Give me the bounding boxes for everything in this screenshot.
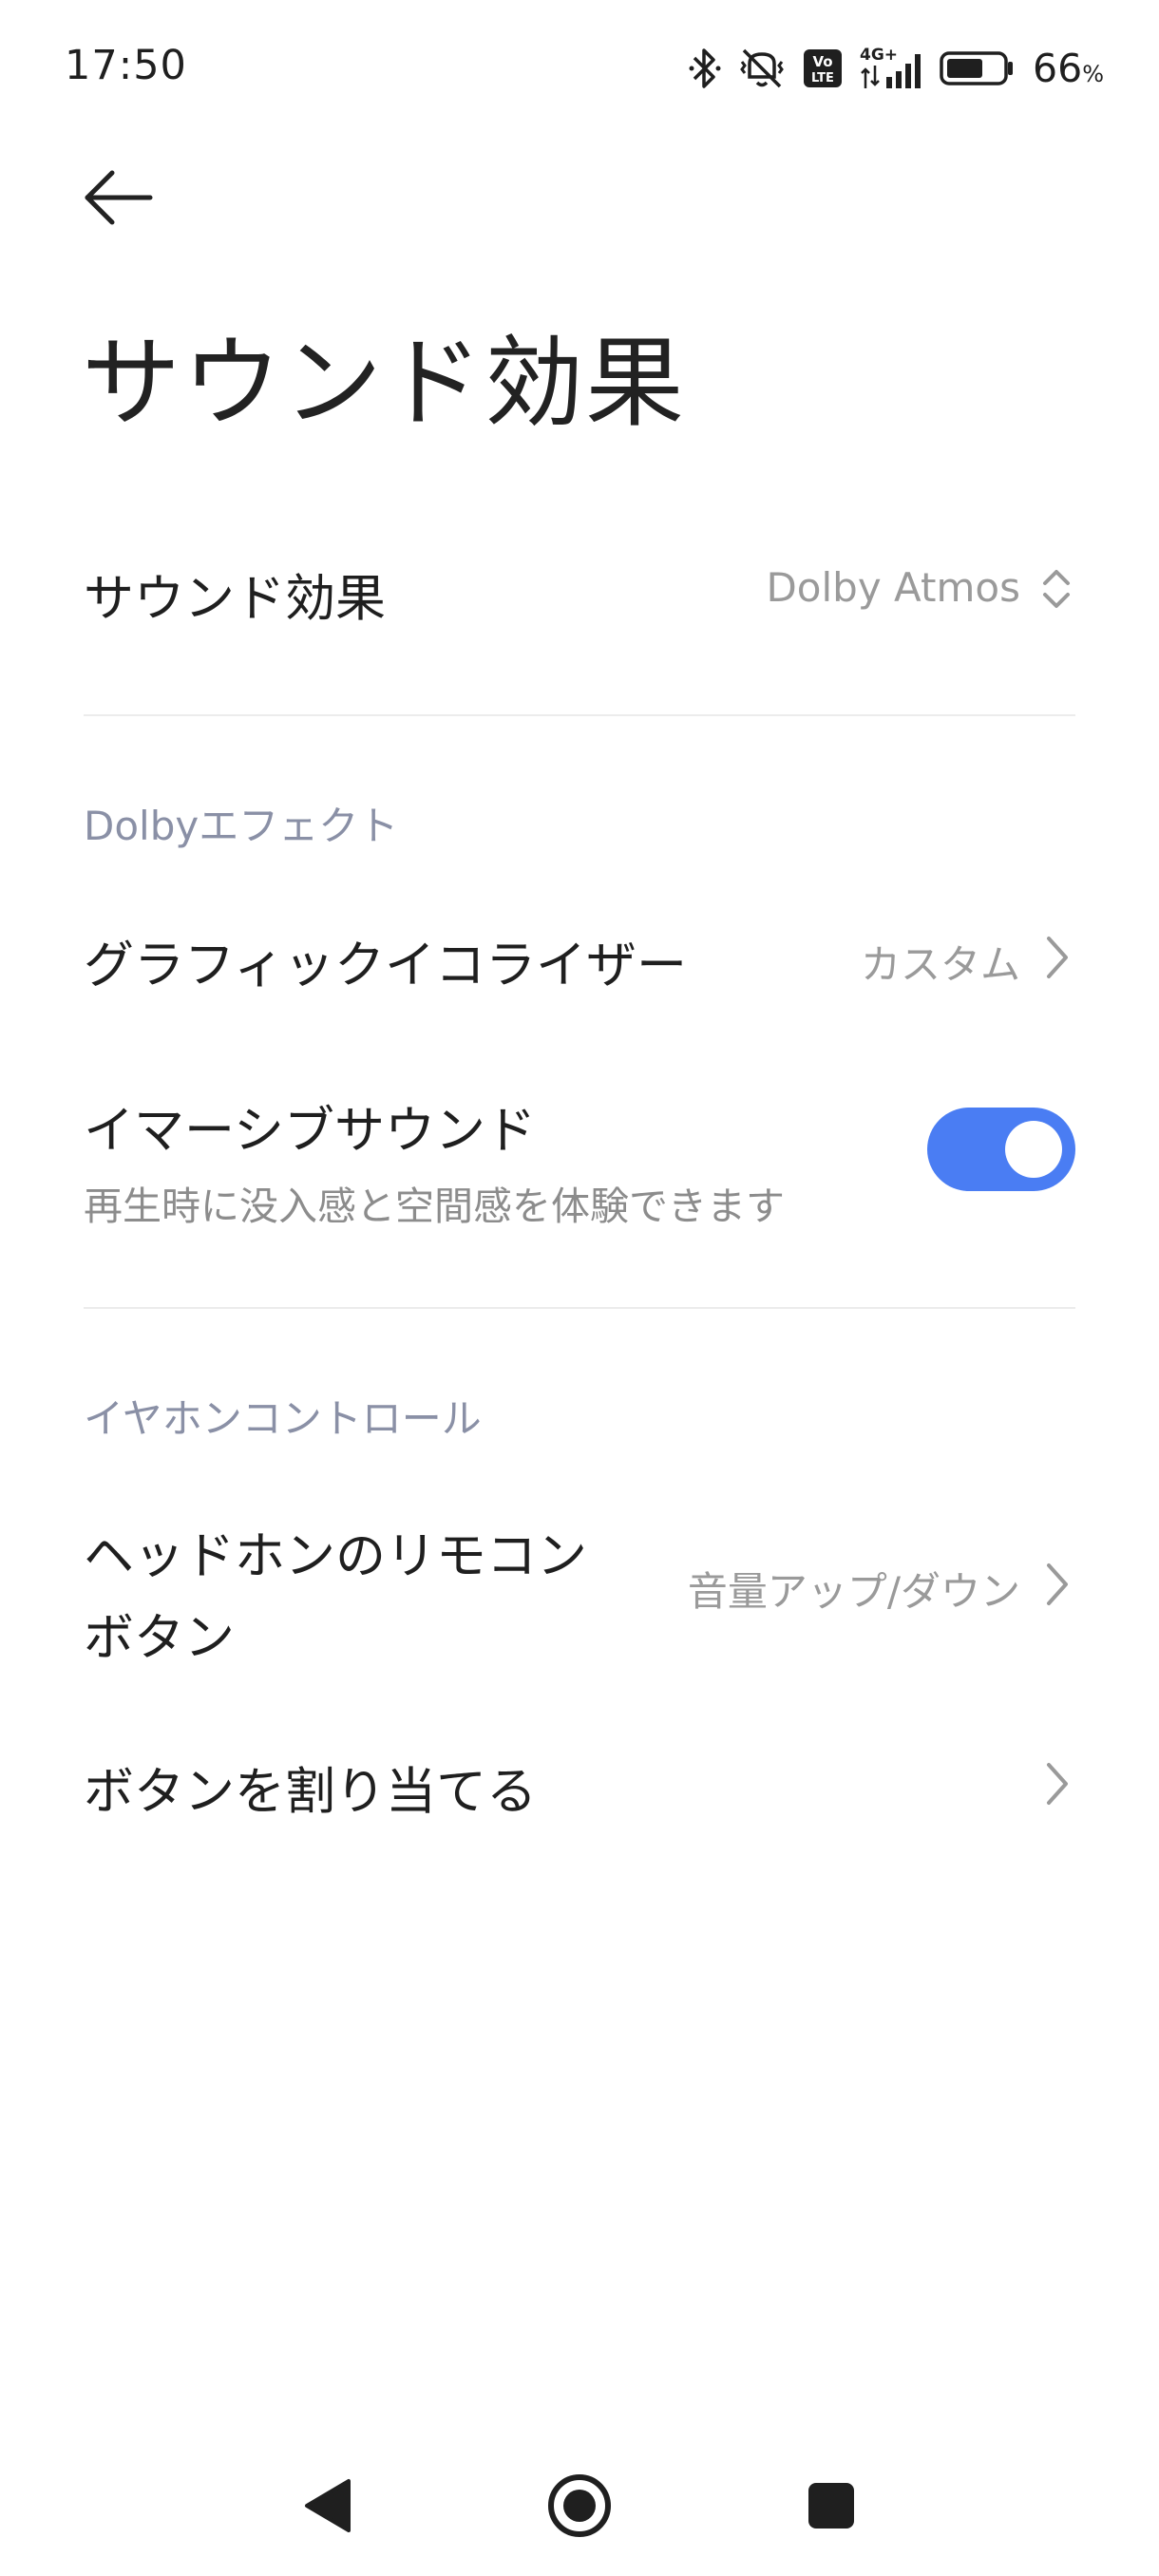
immersive-sound-toggle[interactable] (927, 1108, 1075, 1191)
headphone-remote-value: 音量アップ/ダウン (687, 1568, 1020, 1615)
chevron-right-icon (1037, 1757, 1075, 1810)
nav-back-icon (305, 2479, 351, 2532)
back-arrow-icon (85, 170, 153, 225)
sound-effect-label: サウンド効果 (84, 570, 386, 628)
back-button[interactable] (78, 158, 158, 237)
headphone-remote-row[interactable]: ヘッドホンのリモコン ボタン 音量アップ/ダウン (84, 1516, 1075, 1667)
sound-effect-value: Dolby Atmos (766, 564, 1020, 611)
status-time: 17:50 (65, 42, 187, 89)
graphic-equalizer-label: グラフィックイコライザー (84, 937, 687, 994)
immersive-sound-subtitle: 再生時に没入感と空間感を体験できます (84, 1184, 785, 1229)
chevron-right-icon (1037, 931, 1075, 984)
battery-percent-value: 66 (1033, 46, 1083, 91)
divider (84, 714, 1075, 716)
volte-icon: Vo LTE (803, 47, 843, 89)
section-header-dolby: Dolbyエフェクト (84, 803, 399, 849)
chevron-right-icon (1037, 1558, 1075, 1611)
vibrate-icon (736, 45, 788, 92)
battery-icon (940, 47, 1016, 89)
toggle-knob (1005, 1121, 1062, 1178)
sound-effect-row[interactable]: サウンド効果 Dolby Atmos (84, 551, 1075, 628)
section-header-earphone: イヤホンコントロール (84, 1395, 482, 1442)
svg-text:Vo: Vo (812, 53, 832, 70)
nav-home-button[interactable] (542, 2468, 618, 2544)
assign-buttons-label: ボタンを割り当てる (84, 1763, 537, 1821)
battery-percent-unit: % (1082, 61, 1104, 87)
svg-text:LTE: LTE (811, 71, 834, 85)
battery-percent: 66% (1033, 46, 1104, 91)
signal-icon: 4G+ (858, 45, 924, 92)
immersive-sound-row[interactable]: イマーシブサウンド 再生時に没入感と空間感を体験できます (84, 1090, 1075, 1229)
nav-back-button[interactable] (290, 2468, 366, 2544)
status-icons: Vo LTE 4G+ 66% (689, 42, 1104, 95)
nav-recents-button[interactable] (793, 2468, 869, 2544)
divider (84, 1307, 1075, 1309)
updown-chevron-icon (1037, 562, 1075, 616)
nav-recents-icon (808, 2483, 854, 2529)
svg-text:4G+: 4G+ (860, 46, 898, 65)
status-bar: 17:50 Vo LTE 4G+ 66% (0, 0, 1159, 133)
bluetooth-icon (689, 45, 721, 92)
graphic-equalizer-row[interactable]: グラフィックイコライザー カスタム (84, 921, 1075, 997)
assign-buttons-row[interactable]: ボタンを割り当てる (84, 1748, 1075, 1824)
page-title: サウンド効果 (82, 325, 687, 441)
nav-home-icon (548, 2474, 611, 2537)
graphic-equalizer-value: カスタム (860, 941, 1020, 988)
